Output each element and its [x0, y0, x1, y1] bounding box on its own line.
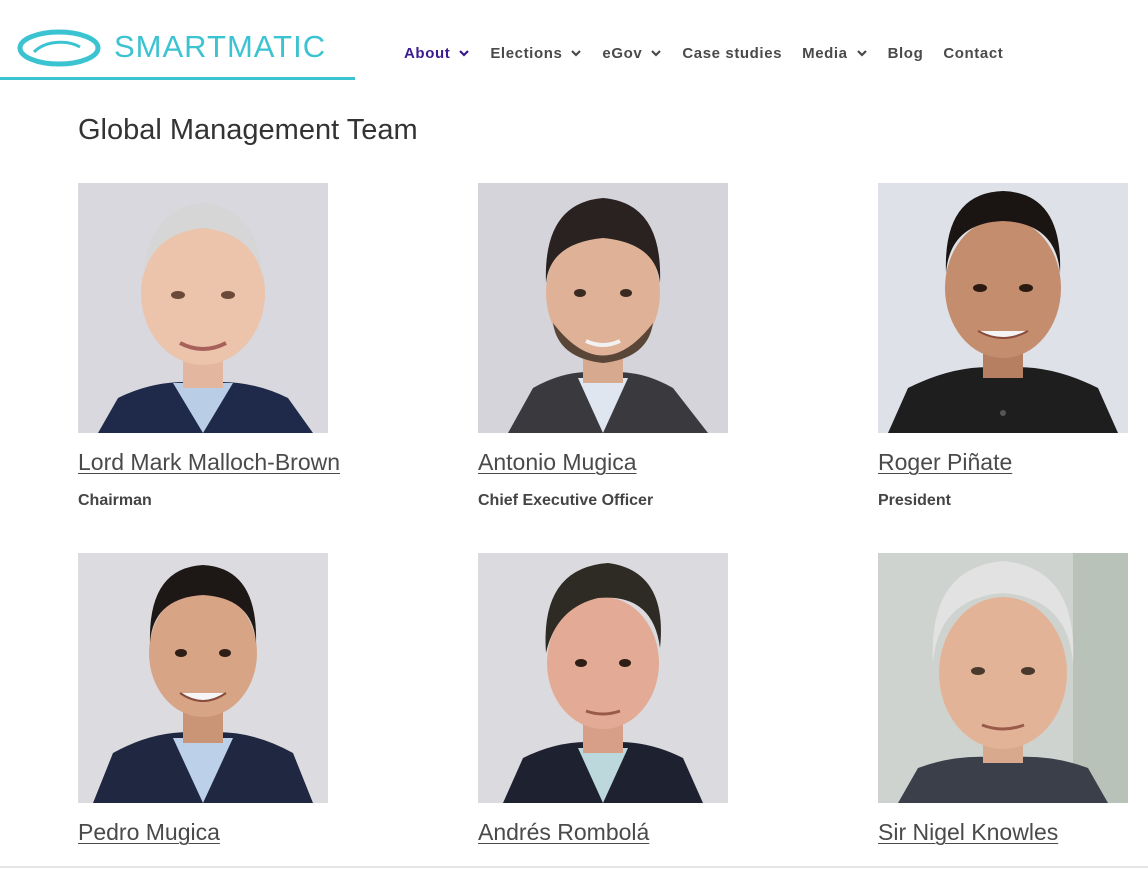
- main-nav: About Elections eGov Case studies Media: [404, 42, 1023, 64]
- team-member-name-link[interactable]: Roger Piñate: [878, 449, 1148, 476]
- nav-label: Blog: [887, 44, 924, 62]
- team-member-role: Chief Executive Officer: [478, 492, 654, 509]
- nav-item-case-studies[interactable]: Case studies: [682, 45, 782, 62]
- team-member-name-link[interactable]: Pedro Mugica: [78, 819, 408, 846]
- team-member-photo[interactable]: [878, 183, 1128, 433]
- site-header: SMARTMATIC About Elections eGov Case stu…: [0, 0, 1148, 100]
- nav-item-blog[interactable]: Blog: [888, 45, 924, 62]
- team-member-name-link[interactable]: Antonio Mugica: [478, 449, 808, 476]
- team-member-card: Roger Piñate President: [878, 183, 1148, 510]
- chevron-down-icon: [856, 47, 868, 59]
- team-member-name-link[interactable]: Sir Nigel Knowles: [878, 819, 1148, 846]
- team-member-card: Sir Nigel Knowles: [878, 553, 1148, 846]
- chevron-down-icon: [650, 47, 662, 59]
- nav-item-media[interactable]: Media: [802, 45, 868, 62]
- divider: [0, 866, 1148, 868]
- logo-mark-icon: [17, 29, 101, 67]
- logo-underline: [0, 77, 355, 80]
- logo-wordmark: SMARTMATIC: [114, 29, 327, 64]
- nav-label: Media: [802, 44, 848, 62]
- nav-item-about[interactable]: About: [404, 45, 470, 62]
- nav-label: Elections: [490, 44, 563, 62]
- chevron-down-icon: [570, 47, 582, 59]
- team-member-photo[interactable]: [78, 553, 328, 803]
- team-member-photo[interactable]: [878, 553, 1128, 803]
- nav-label: eGov: [602, 44, 643, 62]
- team-member-name-link[interactable]: Andrés Rombolá: [478, 819, 808, 846]
- team-member-card: Andrés Rombolá: [478, 553, 808, 846]
- nav-item-contact[interactable]: Contact: [943, 45, 1003, 62]
- team-member-photo[interactable]: [478, 553, 728, 803]
- chevron-down-icon: [458, 47, 470, 59]
- team-member-card: Pedro Mugica: [78, 553, 408, 846]
- nav-item-elections[interactable]: Elections: [490, 45, 582, 62]
- team-member-role: Chairman: [78, 492, 152, 509]
- team-member-card: Antonio Mugica Chief Executive Officer: [478, 183, 808, 510]
- nav-item-egov[interactable]: eGov: [602, 45, 662, 62]
- team-member-photo[interactable]: [78, 183, 328, 433]
- team-member-photo[interactable]: [478, 183, 728, 433]
- nav-label: Contact: [943, 44, 1004, 62]
- team-member-name-link[interactable]: Lord Mark Malloch-Brown: [78, 449, 408, 476]
- team-member-card: Lord Mark Malloch-Brown Chairman: [78, 183, 408, 510]
- nav-label: About: [404, 44, 451, 62]
- team-member-role: President: [878, 492, 951, 509]
- nav-label: Case studies: [682, 44, 783, 62]
- page-title: Global Management Team: [78, 114, 418, 146]
- smartmatic-logo[interactable]: SMARTMATIC: [0, 22, 355, 82]
